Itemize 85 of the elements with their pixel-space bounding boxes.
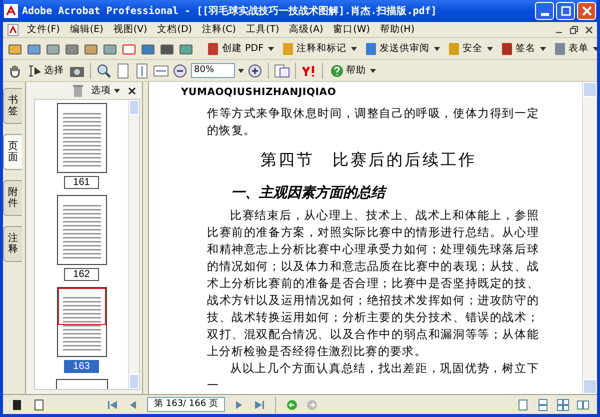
facing-pages-icon[interactable] [557,398,569,410]
close-icon[interactable] [585,26,593,34]
single-page-icon[interactable] [517,398,529,410]
first-page-icon[interactable] [107,398,119,410]
page-thumbnail[interactable] [56,379,108,389]
fit-width-icon[interactable] [153,62,169,78]
toolbar-button[interactable]: 创建 PDF [204,40,276,58]
maximize-icon [560,6,570,16]
scrollbar[interactable] [582,82,597,394]
sidebar-tab[interactable]: 页面 [3,134,22,170]
caret-icon [350,46,357,50]
tool-icon [552,42,567,56]
page-icon[interactable] [33,398,45,410]
page-number-label[interactable]: 162 [64,268,99,281]
zoom-out-icon[interactable] [172,62,188,78]
menu-item[interactable]: 工具(T) [242,23,284,36]
page-number-field[interactable]: 第 163/ 166 页 [147,397,225,412]
zoom-field[interactable]: 80% [191,63,235,78]
rotate-pages-icon[interactable] [274,62,290,78]
menu-item[interactable]: 文档(D) [153,23,196,36]
minimize-icon [540,12,548,16]
sidebar-tab[interactable]: 附件 [3,180,22,216]
body-paragraph: 从以上几个方面认真总结，找出差距，巩固优势，树立下一 [207,360,539,394]
tool-icon [500,42,514,56]
caret-icon [114,88,120,92]
caret-icon [370,68,376,72]
help-button[interactable]: 帮助 [328,62,378,80]
toolbar-button[interactable]: 签名 [498,40,548,58]
help-icon [330,64,344,78]
options-menu[interactable]: 选项 [91,84,120,97]
caret-icon [268,46,274,50]
toolbar-button[interactable]: 注释和标记 [278,40,359,58]
running-head: YUMAOQIUSHIZHANJIQIAO [181,86,338,100]
fit-page-icon[interactable] [134,62,150,78]
pdf-document-icon [7,24,19,36]
sidebar-tab[interactable]: 注释 [3,226,22,262]
page-icon[interactable] [115,62,131,78]
close-icon[interactable] [128,86,136,94]
menu-item[interactable]: 编辑(E) [66,23,108,36]
page-thumbnail[interactable] [56,195,106,265]
tool-icon [364,42,378,56]
scrollbar[interactable] [128,100,139,389]
toolbar-button[interactable]: 表单 [550,40,597,58]
zoom-in-plus-icon[interactable] [247,62,263,78]
sidebar-tab[interactable]: 书签 [3,88,22,124]
text-cursor-icon [28,64,42,78]
page-number-label[interactable]: 163 [64,360,99,373]
trash-icon[interactable] [73,84,83,96]
pdf-logo-icon [4,4,18,18]
dropdown-caret-icon[interactable] [238,68,244,72]
close-button[interactable] [577,2,596,20]
toolbar-button[interactable]: 发送供审阅 [362,40,442,58]
page-number-label[interactable]: 161 [64,176,99,189]
section-title: 第四节 比赛后的后续工作 [260,149,478,171]
last-page-icon[interactable] [252,398,265,410]
tool-icon [206,42,220,56]
select-tool-button[interactable]: 选择 [26,62,66,80]
page-thumbnail[interactable] [56,287,106,357]
subheading: 一、主观因素方面的总结 [231,184,388,203]
caret-icon [592,46,597,50]
zoom-in-icon[interactable] [96,62,112,78]
menu-item[interactable]: 帮助(H) [376,23,419,36]
toolbar-button[interactable]: 安全 [444,40,495,58]
tool-icon [280,42,295,56]
menu-item[interactable]: 注释(C) [198,23,240,36]
menu-item[interactable]: 高级(A) [285,23,328,36]
menu-item[interactable]: 窗口(W) [329,23,374,36]
caret-icon [486,46,493,50]
caret-icon [434,46,440,50]
two-page-icon[interactable] [577,398,589,410]
page-view-icon[interactable] [11,398,23,410]
back-arrow-icon[interactable] [286,398,298,410]
menu-item[interactable]: 视图(V) [109,23,152,36]
body-paragraph: 比赛结束后，从心理上、技术上、战术上和体能上，参照比赛前的准备方案，对照实际比赛中的情形进行总结。从心理和精神意志上分析比赛中心理承受力如何；处理领先球落后球的情况如何；以及体力和意志品质在比赛中的表现；从技、战术上分析比赛前的准备是否合理；比赛中是否坚持既定的技、战术方针以及运用情况如何；绝招技术发挥如何；进攻防守的技、战术转换运用如何；分析主要的失分技术、错误的战术；双打、混双配合情况、以及合作中的弱点和漏洞等等；从体能上分析检验是否经得住激烈比赛的要求。 [207,207,539,360]
window-title: Adobe Acrobat Professional - [[羽毛球实战技巧一技战术图解].肖杰.扫描版.pdf] [22,4,438,18]
menu-item[interactable]: 文件(F) [23,23,64,36]
minimize-button[interactable] [535,2,554,20]
maximize-button[interactable] [556,2,575,20]
close-icon [582,6,592,16]
caret-icon [540,46,546,50]
page-thumbnail[interactable] [56,103,106,173]
tool-icon [446,42,461,56]
continuous-icon[interactable] [537,398,549,410]
restore-icon[interactable] [570,26,578,34]
body-paragraph: 作等方式来争取休息时间，调整自己的呼吸，使体力得到一定的恢复。 [207,105,539,139]
